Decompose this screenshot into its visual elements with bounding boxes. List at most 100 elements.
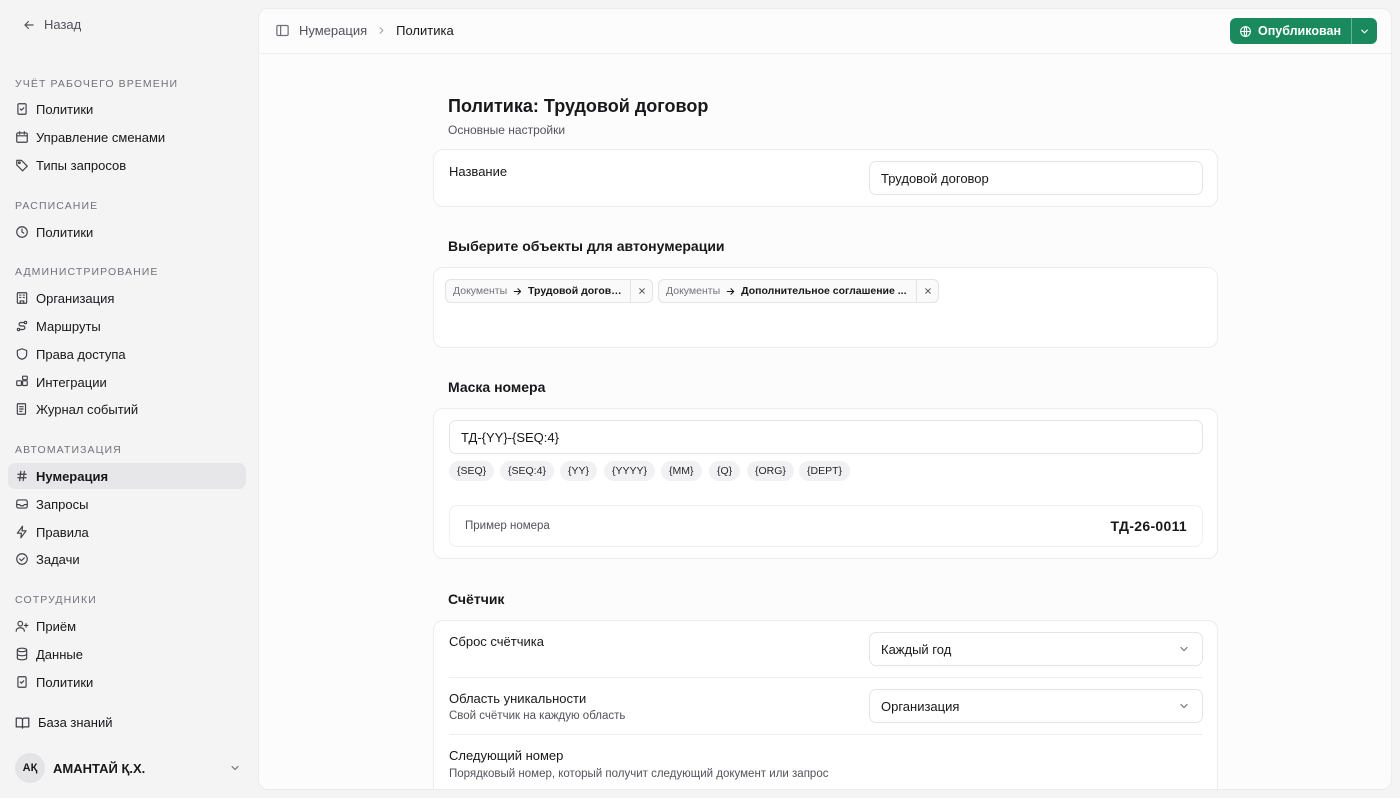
object-name: Дополнительное соглашение ... <box>741 285 907 297</box>
remove-object-button[interactable] <box>630 280 652 302</box>
objects-section-title: Выберите объекты для автонумерации <box>448 238 725 254</box>
sidebar-item-label: Политики <box>36 674 94 690</box>
tag-icon <box>16 159 28 172</box>
sidebar-item-rules[interactable]: Правила <box>8 519 246 545</box>
sidebar-toggle-icon[interactable] <box>275 23 290 38</box>
sidebar-item-requests[interactable]: Запросы <box>8 491 246 517</box>
page-title: Политика: Трудовой договор <box>448 96 709 116</box>
knowledge-base-label: База знаний <box>38 715 113 730</box>
knowledge-base-link[interactable]: База знаний <box>15 715 113 730</box>
top-bar: Нумерация Политика Опубликован <box>259 9 1391 54</box>
sidebar-item-label: Нумерация <box>36 468 109 484</box>
object-chip-body: Документы Трудовой договор <box>446 280 630 302</box>
avatar: АҚ <box>15 753 45 783</box>
database-icon <box>16 647 28 661</box>
name-label: Название <box>449 164 508 179</box>
route-icon <box>16 320 28 332</box>
scope-hint: Свой счётчик на каждую область <box>449 710 626 722</box>
inbox-icon <box>16 499 28 509</box>
building-icon <box>16 292 28 304</box>
breadcrumb-numbering[interactable]: Нумерация <box>299 23 367 38</box>
objects-card[interactable]: Документы Трудовой договор Документы Доп… <box>433 267 1218 348</box>
sidebar-item-label: Политики <box>36 224 94 240</box>
chevron-down-icon <box>1180 703 1188 709</box>
published-status-button[interactable]: Опубликован <box>1229 18 1351 44</box>
arrow-right-icon <box>513 287 522 295</box>
back-label: Назад <box>44 17 82 32</box>
sidebar-item-routes[interactable]: Маршруты <box>8 313 246 339</box>
book-icon <box>15 717 30 729</box>
sidebar-item-label: Типы запросов <box>36 157 127 173</box>
counter-section-title: Счётчик <box>448 591 505 607</box>
name-input[interactable]: Трудовой договор <box>869 161 1203 195</box>
sidebar-item-label: Правила <box>36 524 89 540</box>
close-icon <box>638 288 645 294</box>
sidebar-item-shift-management[interactable]: Управление сменами <box>8 124 246 150</box>
bolt-icon <box>16 525 27 539</box>
section-title-time-tracking: УЧЁТ РАБОЧЕГО ВРЕМЕНИ <box>15 78 179 90</box>
breadcrumb-policy: Политика <box>396 23 454 38</box>
chevron-down-icon <box>1361 29 1368 33</box>
sidebar-item-label: Приём <box>36 618 77 634</box>
page-subtitle: Основные настройки <box>448 123 566 137</box>
section-title-schedule: РАСПИСАНИЕ <box>15 200 99 212</box>
back-link[interactable]: Назад <box>22 17 81 32</box>
user-menu[interactable]: АҚ АМАНТАЙ Қ.Х. <box>15 753 241 783</box>
name-card: Название Трудовой договор <box>433 149 1218 207</box>
reset-select[interactable]: Каждый год <box>869 632 1203 666</box>
sidebar-item-data[interactable]: Данные <box>8 641 246 667</box>
sidebar-item-numbering[interactable]: Нумерация <box>8 463 246 489</box>
token-q[interactable]: {Q} <box>709 461 741 481</box>
token-seq[interactable]: {SEQ} <box>449 461 495 481</box>
sidebar-item-label: Задачи <box>36 551 80 567</box>
main-panel: Нумерация Политика Опубликован Политика:… <box>258 8 1392 790</box>
scope-select[interactable]: Организация <box>869 689 1203 723</box>
sidebar-item-time-policies[interactable]: Политики <box>8 96 246 122</box>
counter-card: Сброс счётчика Каждый год Область уникал… <box>433 620 1218 789</box>
arrow-left-icon <box>24 20 34 29</box>
token-dept[interactable]: {DEPT} <box>799 461 851 481</box>
chevron-down-icon <box>231 765 239 771</box>
globe-icon <box>1240 25 1251 37</box>
mask-section-title: Маска номера <box>448 379 546 395</box>
sidebar-item-employee-policies[interactable]: Политики <box>8 669 246 695</box>
token-seq4[interactable]: {SEQ:4} <box>500 461 554 481</box>
sidebar-item-onboarding[interactable]: Приём <box>8 613 246 639</box>
sidebar-item-tasks[interactable]: Задачи <box>8 546 246 572</box>
token-org[interactable]: {ORG} <box>747 461 794 481</box>
sidebar-item-label: Управление сменами <box>36 129 166 145</box>
sidebar-item-organization[interactable]: Организация <box>8 285 246 311</box>
sidebar-item-access-rights[interactable]: Права доступа <box>8 341 246 367</box>
publish-status-group: Опубликован <box>1229 18 1377 44</box>
sidebar-item-request-types[interactable]: Типы запросов <box>8 152 246 178</box>
sidebar-item-label: Запросы <box>36 496 89 512</box>
chevron-right-icon <box>379 27 384 34</box>
scope-value: Организация <box>881 698 960 714</box>
number-preview: Пример номера ТД-26-0011 <box>449 505 1203 547</box>
mask-input[interactable]: ТД-{YY}-{SEQ:4} <box>449 420 1203 454</box>
scope-label: Область уникальности <box>449 691 587 706</box>
sidebar-item-label: Маршруты <box>36 318 101 334</box>
user-name: АМАНТАЙ Қ.Х. <box>53 760 146 776</box>
sidebar-item-label: Права доступа <box>36 346 126 362</box>
object-source: Документы <box>453 285 508 297</box>
close-icon <box>924 288 931 294</box>
check-circle-icon <box>16 553 28 565</box>
object-chip-body: Документы Дополнительное соглашение ... <box>659 280 916 302</box>
token-yy[interactable]: {YY} <box>560 461 598 481</box>
sidebar: Назад УЧЁТ РАБОЧЕГО ВРЕМЕНИ Политики Упр… <box>0 0 254 798</box>
token-yyyy[interactable]: {YYYY} <box>604 461 656 481</box>
sidebar-item-event-log[interactable]: Журнал событий <box>8 396 246 422</box>
sidebar-item-label: Политики <box>36 101 94 117</box>
token-mm[interactable]: {MM} <box>661 461 702 481</box>
next-number-label: Следующий номер <box>449 748 564 763</box>
policy-form: Политика: Трудовой договор Основные наст… <box>259 54 1391 789</box>
sidebar-item-integrations[interactable]: Интеграции <box>8 369 246 395</box>
published-status-label: Опубликован <box>1257 24 1341 38</box>
reset-value: Каждый год <box>881 641 952 657</box>
remove-object-button[interactable] <box>916 280 938 302</box>
document-check-icon <box>17 103 27 115</box>
publish-options-button[interactable] <box>1351 18 1377 44</box>
user-plus-icon <box>15 620 29 632</box>
sidebar-item-schedule-policies[interactable]: Политики <box>8 219 246 245</box>
